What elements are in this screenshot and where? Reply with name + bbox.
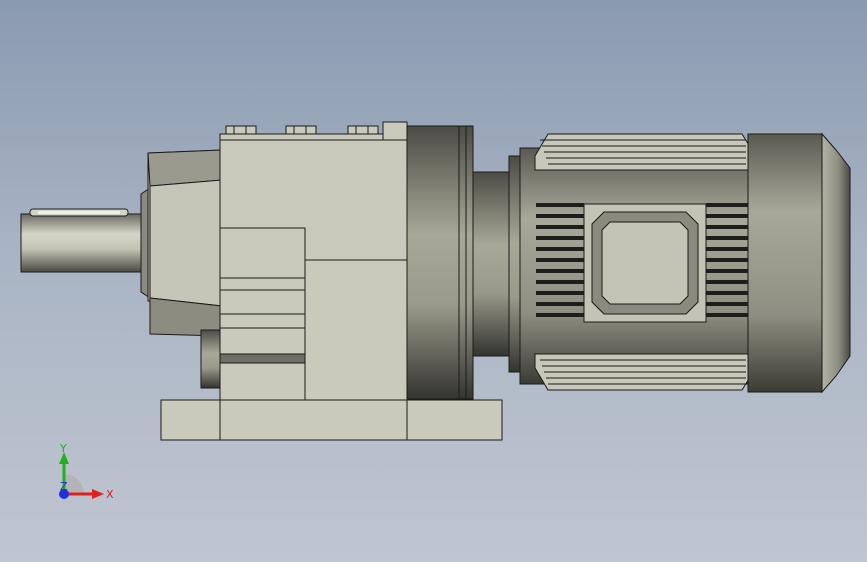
fin-slot xyxy=(536,269,584,273)
terminal-box xyxy=(583,203,707,323)
fin-slot xyxy=(706,203,748,207)
fin-slot xyxy=(536,225,584,229)
bolt-boss xyxy=(285,125,317,135)
axis-triad: Y X Z xyxy=(59,442,114,501)
fin-slot xyxy=(706,269,748,273)
fan-cover xyxy=(747,132,851,394)
gear-housing xyxy=(219,121,408,441)
fin-slot xyxy=(536,280,584,284)
fin-slot xyxy=(706,214,748,218)
adapter-flange xyxy=(406,125,524,400)
fin-slot xyxy=(536,247,584,251)
3d-viewport[interactable]: Y X Z xyxy=(0,0,867,562)
output-flange xyxy=(140,149,223,389)
y-axis-label: Y xyxy=(59,442,67,455)
fin-slot xyxy=(536,258,584,262)
fin-slot xyxy=(536,302,584,306)
fin-slot xyxy=(706,291,748,295)
fin-slot xyxy=(536,313,584,317)
fin-slot xyxy=(706,247,748,251)
fin-slot xyxy=(536,291,584,295)
fin-slot xyxy=(536,203,584,207)
fin-slot xyxy=(706,258,748,262)
fin-slot xyxy=(536,236,584,240)
fin-slot xyxy=(706,236,748,240)
fin-slot xyxy=(706,225,748,229)
fin-slot xyxy=(706,280,748,284)
z-axis-label: Z xyxy=(60,480,68,493)
x-axis-label: X xyxy=(106,488,114,501)
fin-slot xyxy=(706,302,748,306)
fin-slot xyxy=(536,214,584,218)
bolt-boss xyxy=(225,125,257,135)
fin-slot xyxy=(706,313,748,317)
bolt-boss xyxy=(347,125,379,135)
mounting-foot xyxy=(160,399,503,441)
output-shaft xyxy=(20,208,142,273)
gear-motor-model xyxy=(20,121,851,441)
